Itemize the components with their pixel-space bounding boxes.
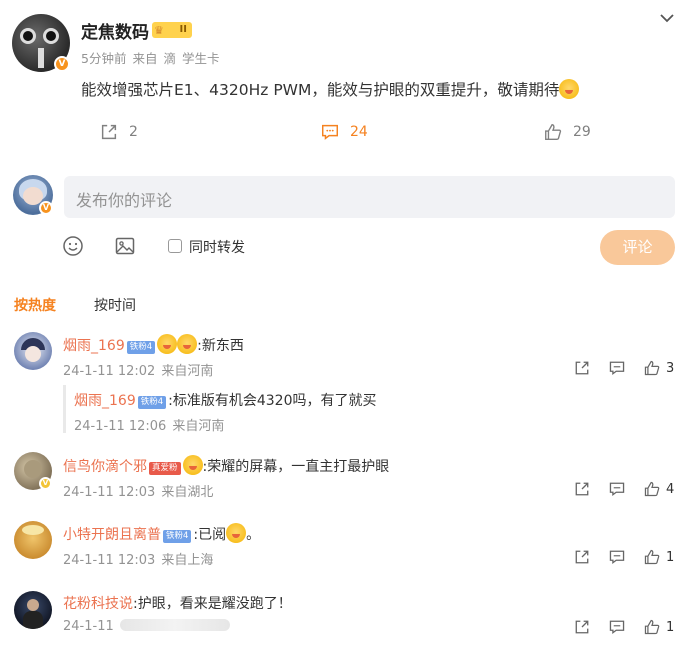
comment-count: 24: [350, 124, 368, 140]
fan-badge[interactable]: 铁粉4: [137, 396, 167, 409]
share-icon[interactable]: [573, 548, 591, 566]
thumbs-up-icon[interactable]: [643, 618, 661, 636]
comment-meta: 24-1-11 12:03 来自湖北: [63, 485, 214, 500]
verified-badge-icon: V: [39, 477, 52, 490]
comment-meta: 24-1-11: [63, 619, 236, 634]
sync-repost-checkbox[interactable]: [168, 239, 182, 253]
comment-icon[interactable]: [608, 480, 626, 498]
comment-input[interactable]: 发布你的评论: [64, 176, 675, 218]
comment-meta: 24-1-11 12:03 来自上海: [63, 553, 214, 568]
comment-actions: 1: [573, 618, 674, 636]
image-icon[interactable]: [114, 235, 136, 257]
fan-badge[interactable]: 铁粉4: [126, 341, 156, 354]
comment-actions: 1: [573, 548, 674, 566]
share-icon[interactable]: [573, 618, 591, 636]
laugh-emoji-icon: [177, 334, 198, 354]
comment-actions: 3: [573, 359, 674, 377]
comment-meta: 24-1-11 12:02 来自河南: [63, 364, 214, 379]
reply-item: 烟雨_169 铁粉4:标准版有机会4320吗，有了就买: [74, 390, 377, 410]
comment-icon[interactable]: [608, 359, 626, 377]
reply-meta: 24-1-11 12:06 来自河南: [74, 419, 225, 434]
laugh-emoji-icon: [157, 334, 178, 354]
commenter-avatar[interactable]: [14, 521, 52, 559]
thumbs-up-icon: [545, 124, 562, 140]
tab-by-time[interactable]: 按时间: [94, 295, 136, 315]
like-count: 29: [573, 124, 591, 140]
replier-name[interactable]: 烟雨_169: [74, 393, 136, 409]
commenter-name[interactable]: 花粉科技说: [63, 596, 133, 612]
like-button[interactable]: 29: [543, 122, 591, 142]
cat-emoji-icon: [182, 455, 203, 475]
author-name[interactable]: 定焦数码: [81, 18, 149, 43]
list-item: 烟雨_169 铁粉4 :新东西: [63, 334, 244, 355]
verified-badge-icon: V: [54, 56, 70, 72]
crown-icon: ♛: [154, 24, 164, 37]
comment-actions: 4: [573, 480, 674, 498]
comment-button[interactable]: 24: [320, 122, 368, 142]
chevron-down-icon[interactable]: [657, 8, 677, 28]
commenter-name[interactable]: 信鸟你滴个邪: [63, 459, 147, 475]
thumbs-up-icon[interactable]: [643, 548, 661, 566]
repost-count: 2: [129, 124, 138, 140]
commenter-name[interactable]: 小特开朗且离普: [63, 527, 161, 543]
commenter-name[interactable]: 烟雨_169: [63, 338, 125, 354]
comment-icon: [322, 124, 338, 140]
cat-emoji-icon: [226, 523, 247, 543]
comment-text: :新东西: [197, 338, 244, 354]
like-count: 1: [666, 549, 675, 565]
thumbs-up-icon[interactable]: [643, 480, 661, 498]
vip-badge[interactable]: ♛ II: [152, 22, 192, 38]
tab-by-hot[interactable]: 按热度: [14, 295, 56, 315]
fan-badge[interactable]: 铁粉4: [163, 530, 192, 543]
blurred-text: [119, 619, 230, 631]
reply-indicator: [63, 385, 66, 433]
list-item: 花粉科技说:护眼，看来是耀没跑了！: [63, 593, 292, 613]
share-icon: [101, 124, 117, 140]
submit-comment-button[interactable]: 评论: [600, 230, 675, 265]
comment-text: :已阅: [193, 527, 227, 543]
yummy-emoji-icon: [559, 79, 580, 99]
sync-repost-label: 同时转发: [189, 240, 245, 256]
thumbs-up-icon[interactable]: [643, 359, 661, 377]
like-count: 4: [666, 481, 675, 497]
commenter-avatar[interactable]: [14, 591, 52, 629]
share-icon[interactable]: [573, 359, 591, 377]
repost-button[interactable]: 2: [99, 122, 138, 142]
comment-text: :护眼，看来是耀没跑了！: [133, 596, 292, 612]
comment-text: :荣耀的屏幕，一直主打最护眼: [202, 459, 390, 475]
fan-badge[interactable]: 真爱粉: [149, 462, 181, 475]
reply-text: :标准版有机会4320吗，有了就买: [168, 393, 377, 409]
verified-badge-icon: V: [39, 201, 53, 215]
post-content: 能效增强芯片E1、4320Hz PWM，能效与护眼的双重提升，敬请期待: [81, 78, 580, 100]
share-icon[interactable]: [573, 480, 591, 498]
commenter-avatar[interactable]: [14, 332, 52, 370]
list-item: 信鸟你滴个邪 真爱粉 :荣耀的屏幕，一直主打最护眼: [63, 455, 389, 476]
list-item: 小特开朗且离普 铁粉4:已阅。: [63, 523, 260, 544]
post-meta: 5分钟前 来自滴学生卡: [81, 51, 220, 66]
like-count: 1: [666, 619, 675, 635]
emoji-icon[interactable]: [62, 235, 84, 257]
like-count: 3: [666, 360, 675, 376]
comment-icon[interactable]: [608, 618, 626, 636]
comment-icon[interactable]: [608, 548, 626, 566]
